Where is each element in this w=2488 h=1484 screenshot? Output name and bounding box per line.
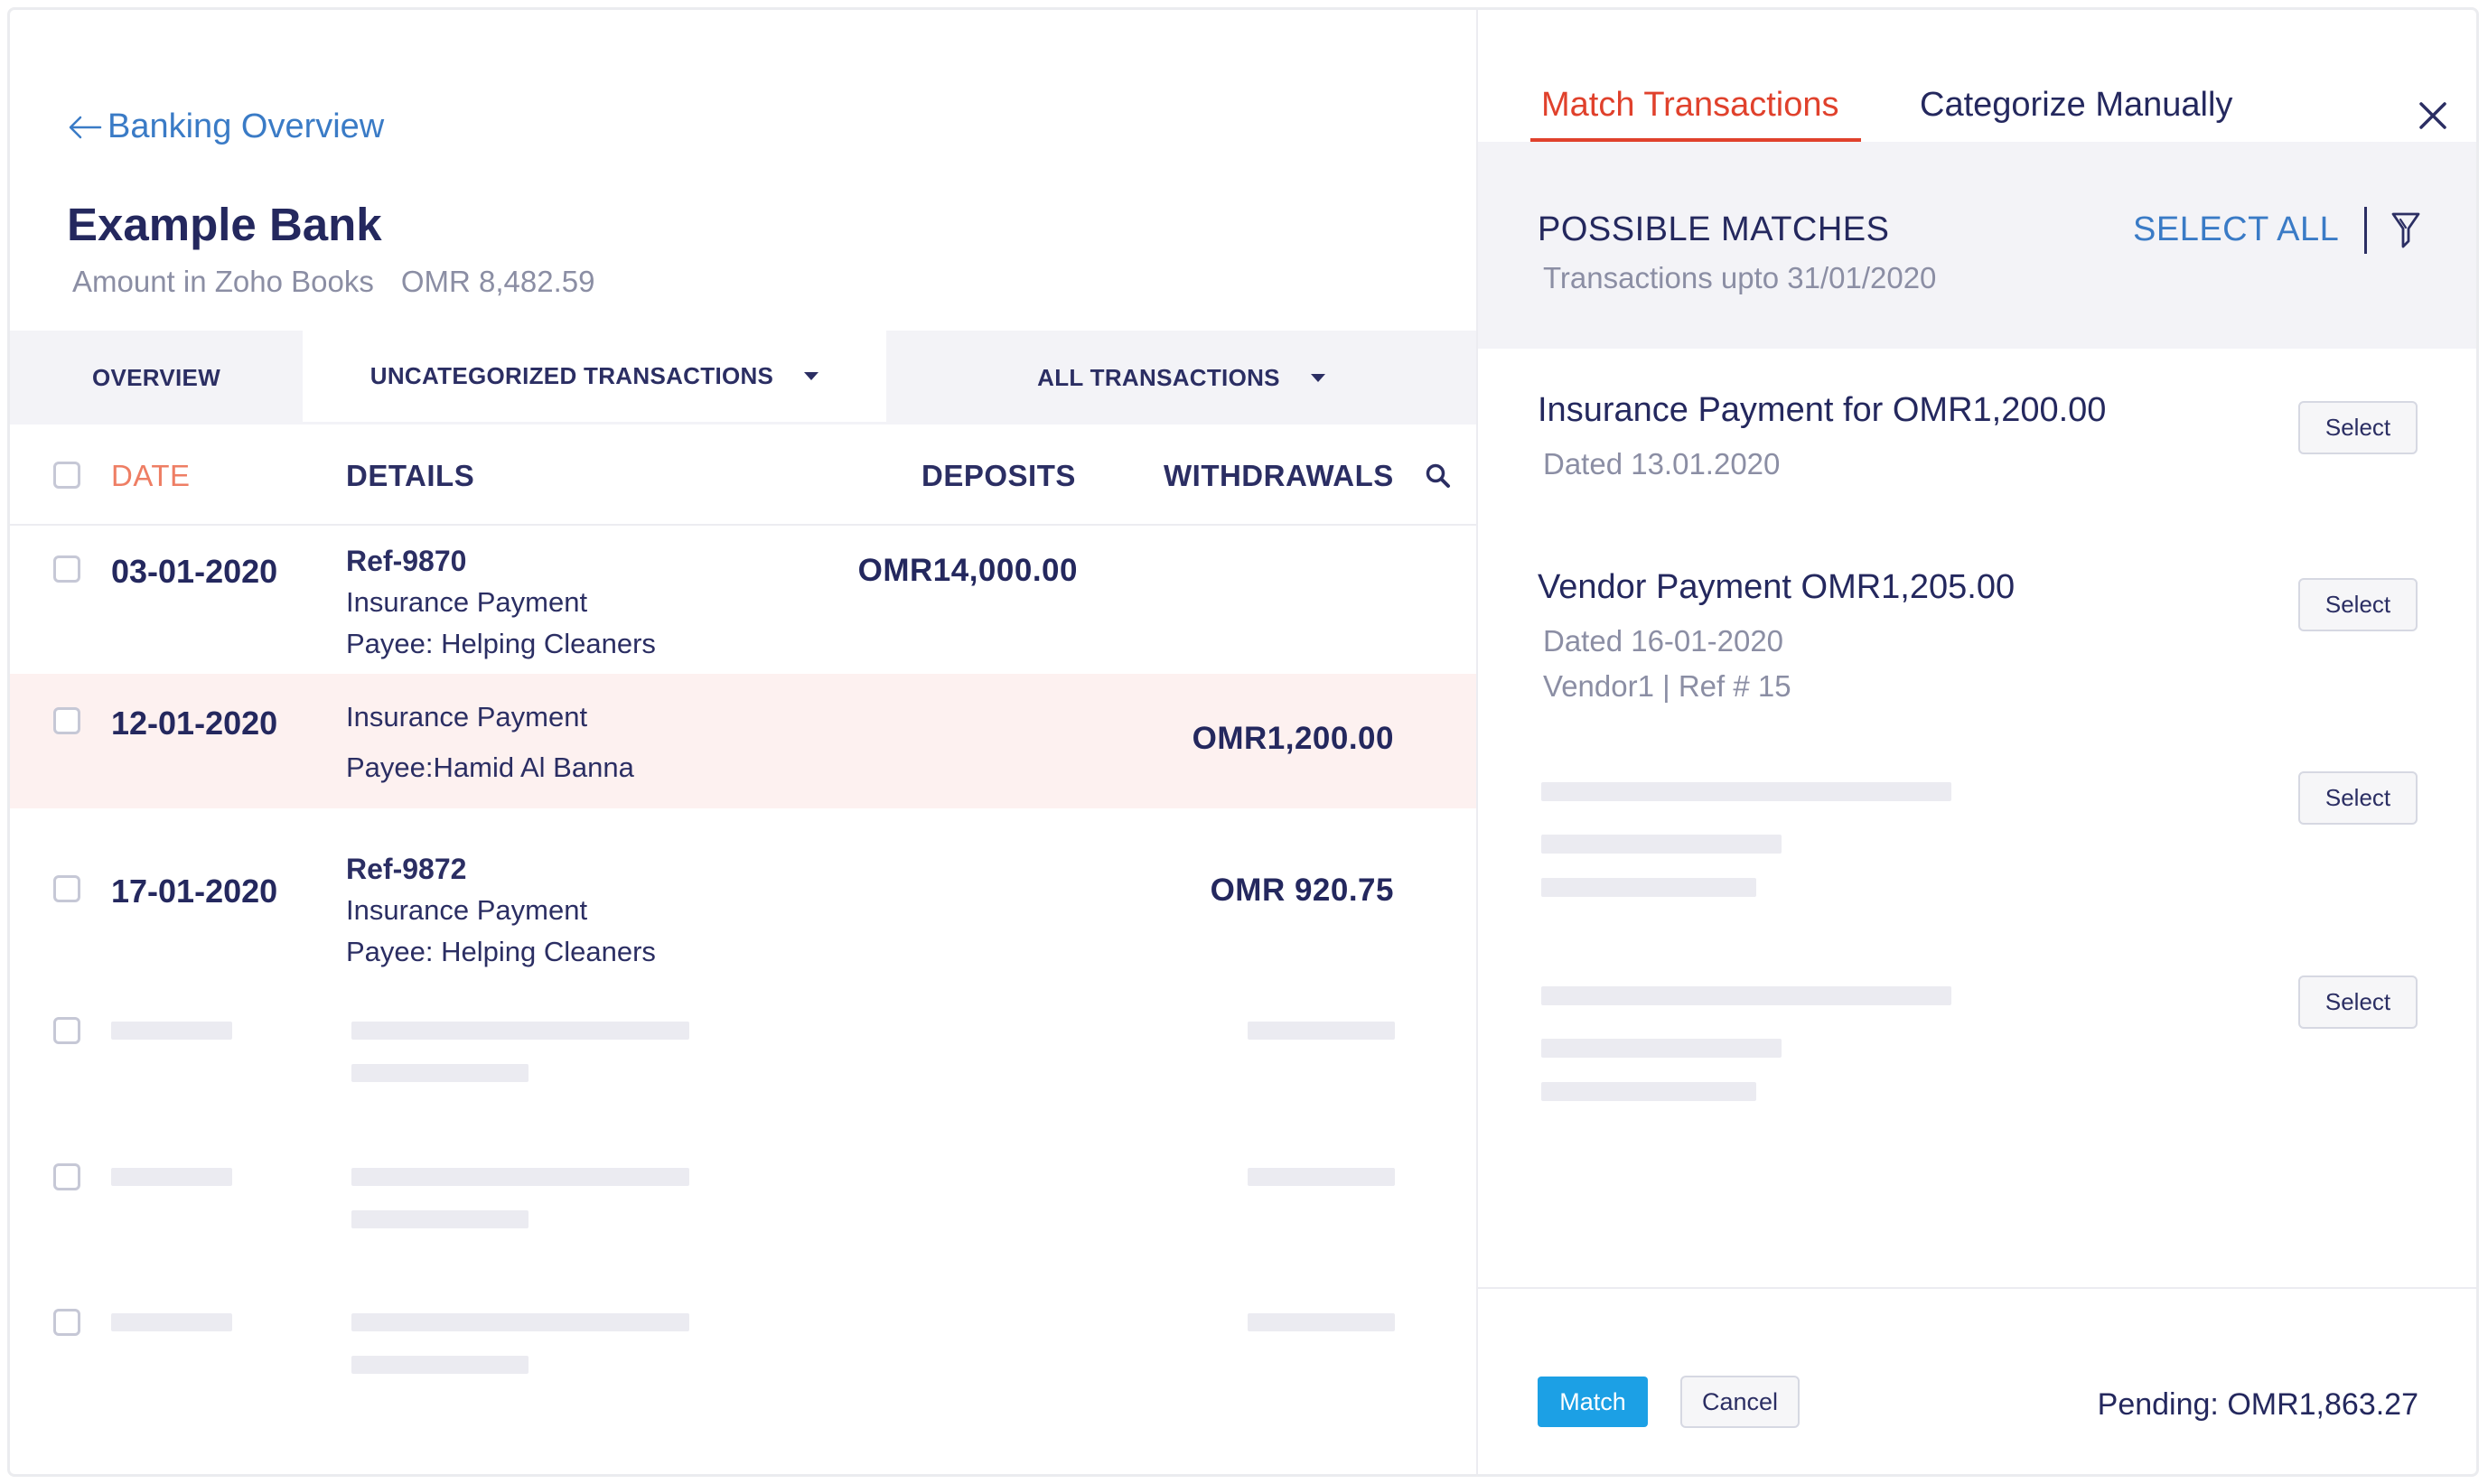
tab-categorize-manually[interactable]: Categorize Manually [1920, 86, 2232, 125]
skeleton-bar [351, 1022, 689, 1040]
skeleton-bar [111, 1313, 232, 1331]
row-checkbox[interactable] [53, 555, 80, 583]
match-dated: Dated 13.01.2020 [1543, 447, 1781, 481]
row-checkbox[interactable] [53, 875, 80, 902]
skeleton-bar [351, 1064, 528, 1082]
caret-down-icon[interactable] [1310, 373, 1325, 382]
skeleton-bar [1541, 782, 1951, 801]
select-match-button[interactable]: Select [2298, 975, 2418, 1029]
amount-value: OMR 8,482.59 [400, 265, 595, 298]
footer-divider [1478, 1287, 2476, 1289]
table-row[interactable]: 17-01-2020 Ref-9872 Insurance Payment Pa… [10, 808, 1476, 989]
row-checkbox[interactable] [53, 1017, 80, 1044]
skeleton-bar [351, 1313, 689, 1331]
match-button[interactable]: Match [1538, 1377, 1648, 1427]
row-payee: Payee: Helping Cleaners [346, 936, 656, 967]
bank-name-heading: Example Bank [67, 199, 382, 250]
search-icon[interactable] [1424, 462, 1453, 490]
pending-amount: Pending: OMR1,863.27 [2097, 1387, 2418, 1422]
skeleton-bar [351, 1168, 689, 1186]
tab-overview-label: OVERVIEW [91, 363, 221, 391]
skeleton-bar [1541, 878, 1756, 897]
row-ref: Ref-9872 [346, 853, 467, 885]
row-details: Ref-9872 Insurance Payment Payee: Helpin… [346, 848, 656, 973]
row-details: Ref-9870 Insurance Payment Payee: Helpin… [346, 540, 656, 665]
select-match-button[interactable]: Select [2298, 578, 2418, 631]
possible-matches-header: POSSIBLE MATCHES Transactions upto 31/01… [1478, 142, 2476, 349]
table-row[interactable]: 03-01-2020 Ref-9870 Insurance Payment Pa… [10, 526, 1476, 674]
row-payee: Payee:Hamid Al Banna [346, 751, 634, 783]
select-match-button[interactable]: Select [2298, 771, 2418, 825]
row-details: Insurance Payment Payee:Hamid Al Banna [346, 692, 634, 793]
select-all-link[interactable]: SELECT ALL [2133, 210, 2339, 249]
match-title: Vendor Payment OMR1,205.00 [1538, 568, 2016, 606]
skeleton-bar [111, 1022, 232, 1040]
row-payee: Payee: Helping Cleaners [346, 628, 656, 659]
caret-down-icon[interactable] [804, 372, 819, 380]
close-icon[interactable] [2418, 100, 2448, 131]
tab-all-label: ALL TRANSACTIONS [1037, 363, 1280, 391]
tab-match-transactions[interactable]: Match Transactions [1541, 86, 1838, 125]
row-deposit: OMR14,000.00 [857, 553, 1078, 588]
transactions-upto-label: Transactions upto 31/01/2020 [1543, 261, 1937, 294]
tab-all-transactions[interactable]: ALL TRANSACTIONS [886, 331, 1476, 425]
column-header-deposits: DEPOSITS [921, 459, 1076, 492]
match-panel: Match Transactions Categorize Manually P… [1478, 10, 2476, 1474]
transactions-panel: Banking Overview Example Bank Amount in … [10, 10, 1476, 1474]
row-description: Insurance Payment [346, 701, 588, 733]
tab-uncategorized-transactions[interactable]: UNCATEGORIZED TRANSACTIONS [303, 331, 886, 425]
column-header-withdrawals: WITHDRAWALS [1164, 459, 1394, 492]
row-checkbox[interactable] [53, 1163, 80, 1190]
skeleton-bar [1248, 1168, 1395, 1186]
table-header: DATE DETAILS DEPOSITS WITHDRAWALS [10, 425, 1476, 526]
select-all-rows-checkbox[interactable] [53, 462, 80, 489]
skeleton-bar [1541, 835, 1782, 854]
cancel-button[interactable]: Cancel [1680, 1376, 1800, 1428]
arrow-left-icon [69, 116, 102, 138]
row-date: 17-01-2020 [111, 873, 278, 910]
back-to-banking-overview-link[interactable]: Banking Overview [68, 107, 384, 146]
skeleton-bar [351, 1356, 528, 1374]
row-date: 12-01-2020 [111, 705, 278, 742]
possible-matches-title: POSSIBLE MATCHES [1538, 210, 1890, 248]
match-dated: Dated 16-01-2020 [1543, 624, 1784, 658]
skeleton-bar [1541, 986, 1951, 1005]
tab-overview[interactable]: OVERVIEW [10, 331, 303, 425]
tab-uncategorized-label: UNCATEGORIZED TRANSACTIONS [369, 362, 774, 389]
column-header-details: DETAILS [346, 459, 475, 492]
skeleton-bar [1541, 1082, 1756, 1101]
row-checkbox[interactable] [53, 707, 80, 734]
skeleton-bar [111, 1168, 232, 1186]
table-row-selected[interactable]: 12-01-2020 Insurance Payment Payee:Hamid… [10, 674, 1476, 808]
filter-icon[interactable] [2390, 210, 2421, 250]
skeleton-bar [1541, 1039, 1782, 1058]
select-match-button[interactable]: Select [2298, 401, 2418, 454]
amount-label: Amount in Zoho Books [72, 265, 374, 298]
transaction-tabs: OVERVIEW UNCATEGORIZED TRANSACTIONS ALL … [10, 331, 1476, 425]
match-vendor-ref: Vendor1 | Ref # 15 [1543, 669, 1791, 703]
row-withdrawal: OMR1,200.00 [1192, 721, 1394, 756]
row-ref: Ref-9870 [346, 545, 467, 577]
row-description: Insurance Payment [346, 586, 588, 618]
row-checkbox[interactable] [53, 1309, 80, 1336]
skeleton-bar [1248, 1022, 1395, 1040]
back-link-label: Banking Overview [108, 107, 385, 145]
amount-in-books: Amount in Zoho Books OMR 8,482.59 [72, 265, 594, 299]
skeleton-bar [1248, 1313, 1395, 1331]
header-separator [2364, 207, 2367, 254]
skeleton-bar [351, 1210, 528, 1228]
row-date: 03-01-2020 [111, 553, 278, 590]
column-header-date[interactable]: DATE [111, 459, 191, 493]
row-withdrawal: OMR 920.75 [1210, 873, 1394, 908]
match-title: Insurance Payment for OMR1,200.00 [1538, 391, 2107, 429]
row-description: Insurance Payment [346, 894, 588, 926]
